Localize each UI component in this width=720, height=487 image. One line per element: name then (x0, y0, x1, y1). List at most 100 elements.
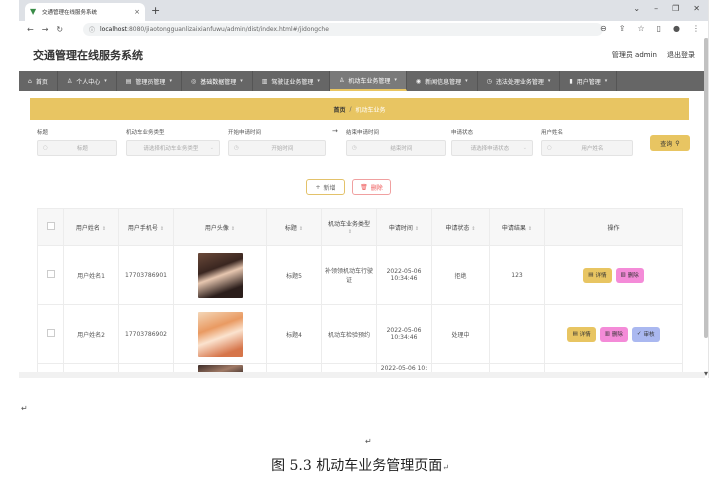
field-label: 机动车业务类型 (126, 130, 165, 136)
menu-item-home[interactable]: ⌂ 首页 (19, 71, 58, 91)
end-time-input[interactable]: ◷ 结束时间 (346, 140, 446, 156)
cell-ops: ▤ 详情 ▥ 删除 (544, 245, 683, 305)
cell-status: 拒绝 (431, 245, 490, 305)
user-icon: ♙ (338, 76, 345, 84)
sort-icon[interactable]: ⇕ (160, 226, 164, 232)
column-header[interactable]: 申请时间 ⇕ (376, 208, 432, 246)
add-button[interactable]: + 新增 (306, 179, 345, 195)
back-icon[interactable]: ← (27, 25, 34, 34)
minimize-icon[interactable]: – (654, 4, 658, 13)
url-field[interactable]: ⓘ localhost:8080/jiaotongguanlizaixianfu… (83, 23, 603, 36)
share-icon[interactable]: ⇪ (619, 24, 626, 33)
vertical-scrollbar[interactable] (704, 38, 708, 338)
sort-icon[interactable]: ⇕ (348, 229, 352, 235)
horizontal-scrollbar[interactable] (19, 372, 705, 378)
card-icon: ▥ (261, 77, 268, 85)
trash-icon: 🗑 (360, 183, 368, 191)
star-icon[interactable]: ☆ (637, 24, 644, 33)
logout-link[interactable]: 退出登录 (667, 50, 695, 60)
breadcrumb-home[interactable]: 首页 (333, 105, 345, 114)
zoom-icon[interactable]: ⊖ (600, 24, 607, 33)
row-select-cell[interactable] (37, 245, 64, 305)
sidebar-icon[interactable]: ▯ (657, 24, 661, 33)
menu-item-license[interactable]: ▥ 驾驶证业务管理 ▾ (253, 71, 330, 91)
menu-item-basic-data[interactable]: ◎ 基础数据管理 ▾ (182, 71, 253, 91)
browser-titlebar: ▼ 交通管理在线服务系统 × + ⌄ – ❐ ✕ (19, 0, 708, 21)
column-header[interactable]: 申请结果 ⇕ (489, 208, 545, 246)
browser-tab[interactable]: ▼ 交通管理在线服务系统 × (25, 3, 145, 21)
restore-icon[interactable]: ❐ (672, 4, 679, 13)
chevron-down-icon: ▾ (169, 78, 172, 84)
detail-button[interactable]: ▤ 详情 (567, 326, 596, 342)
breadcrumb-current: 机动车业务 (355, 106, 386, 114)
row-delete-button[interactable]: ▥ 删除 (599, 326, 628, 342)
admin-icon: ▤ (125, 77, 132, 85)
row-select-cell[interactable] (37, 304, 64, 364)
column-header[interactable]: 机动车业务类型 ⇕ (321, 208, 377, 246)
app-header: 交通管理在线服务系统 管理员 admin 退出登录 (19, 38, 705, 71)
menu-item-vehicle[interactable]: ♙ 机动车业务管理 ▾ (329, 71, 407, 91)
cell-result: 123 (489, 245, 545, 305)
column-header[interactable]: 申请状态 ⇕ (431, 208, 490, 246)
cell-status: 处理中 (431, 304, 490, 364)
reload-icon[interactable]: ↻ (56, 25, 63, 34)
range-arrow: → (332, 127, 338, 135)
row-delete-label: 删除 (627, 273, 639, 279)
select-all-cell[interactable] (37, 208, 64, 246)
sort-icon[interactable]: ⇕ (299, 226, 303, 232)
audit-button[interactable]: ✓ 审核 (631, 326, 660, 342)
sort-icon[interactable]: ⇕ (102, 226, 106, 232)
sort-icon[interactable]: ⇕ (415, 226, 419, 232)
column-header[interactable]: 标题 ⇕ (266, 208, 322, 246)
menu-item-users[interactable]: ▮ 用户管理 ▾ (560, 71, 618, 91)
menu-item-violation[interactable]: ◷ 违法处理业务管理 ▾ (478, 71, 561, 91)
checkbox[interactable] (46, 329, 55, 337)
menu-item-label: 首页 (35, 78, 48, 86)
data-table: 用户姓名 ⇕ 用户手机号 ⇕ 用户头像 ⇕ 标题 ⇕ 机动车业务类型 ⇕ 申请时间 ⇕ 申请… (37, 208, 683, 378)
column-label: 用户手机号 (127, 224, 158, 232)
table-row: 用户姓名1 17703786901 标题5 补领领机动车行驶证 2022-05-… (37, 245, 683, 305)
chevron-down-icon[interactable]: ⌄ (633, 4, 640, 13)
chevron-down-icon: ⌄ (209, 145, 214, 151)
column-header[interactable]: 用户姓名 ⇕ (63, 208, 119, 246)
column-header[interactable]: 用户头像 ⇕ (173, 208, 267, 246)
status-select[interactable]: 请选择申请状态 ⌄ (451, 140, 533, 156)
app: 交通管理在线服务系统 管理员 admin 退出登录 ⌂ 首页 ♙ 个人中心 ▾ ▤ 管理… (19, 38, 705, 378)
tab-title: 交通管理在线服务系统 (42, 10, 98, 16)
new-tab-icon[interactable]: + (151, 4, 160, 17)
field-label: 标题 (37, 130, 49, 136)
forward-icon[interactable]: → (42, 25, 49, 34)
chevron-down-icon: ▾ (547, 78, 551, 84)
menu-item-admins[interactable]: ▤ 管理员管理 ▾ (117, 71, 182, 91)
close-window-icon[interactable]: ✕ (693, 4, 700, 13)
column-header[interactable]: 用户手机号 ⇕ (118, 208, 174, 246)
row-delete-button[interactable]: ▥ 删除 (615, 267, 644, 283)
type-select[interactable]: 请选择机动车业务类型 ⌄ (126, 140, 220, 156)
sort-icon[interactable]: ⇕ (471, 226, 475, 232)
delete-button[interactable]: 🗑 删除 (352, 179, 391, 195)
profile-icon[interactable]: ● (673, 24, 680, 33)
menu-item-news[interactable]: ◉ 新闻信息管理 ▾ (407, 71, 478, 91)
close-tab-icon[interactable]: × (134, 8, 140, 16)
cell-avatar (173, 245, 267, 305)
start-time-input[interactable]: ◷ 开始时间 (228, 140, 326, 156)
menu-item-label: 个人中心 (76, 78, 101, 86)
checkbox[interactable] (46, 270, 55, 278)
username-input[interactable]: ○ 用户姓名 (541, 140, 633, 156)
sort-icon[interactable]: ⇕ (528, 226, 532, 232)
detail-button[interactable]: ▤ 详情 (583, 267, 612, 283)
column-label: 申请状态 (445, 224, 470, 232)
sort-icon[interactable]: ⇕ (231, 226, 235, 232)
address-bar: ← → ↻ ⓘ localhost:8080/jiaotongguanlizai… (19, 21, 708, 39)
field-label: 开始申请时间 (228, 130, 262, 136)
scroll-down-icon[interactable]: ▾ (704, 369, 708, 378)
search-field-type: 机动车业务类型 请选择机动车业务类型 ⌄ (126, 128, 220, 156)
menu-icon[interactable]: ⋮ (692, 24, 700, 33)
menu-item-personal[interactable]: ♙ 个人中心 ▾ (58, 71, 117, 91)
query-button[interactable]: 查询 ⚲ (650, 135, 690, 151)
chevron-down-icon: ▾ (104, 78, 107, 84)
title-input[interactable]: ○ 标题 (37, 140, 117, 156)
chevron-down-icon: ▾ (394, 77, 397, 83)
cell-type: 机动车检验预约 (321, 304, 377, 364)
checkbox[interactable] (46, 222, 55, 230)
